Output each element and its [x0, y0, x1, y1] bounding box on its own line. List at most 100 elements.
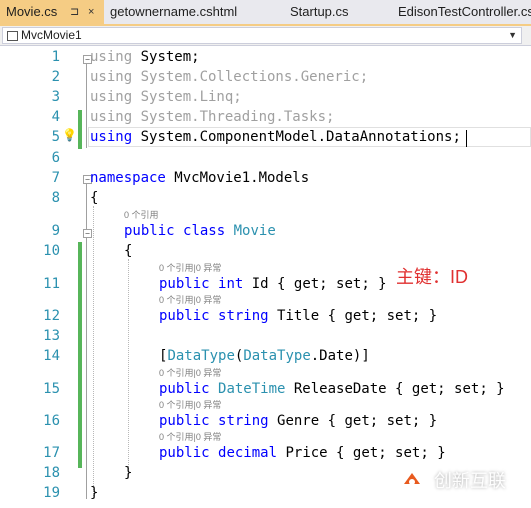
codelens-references[interactable]: 0 个引用|0 异常 [159, 430, 221, 443]
code-line-1: using System; [90, 49, 200, 65]
codelens-references[interactable]: 0 个引用|0 异常 [159, 261, 221, 274]
tab-edisontestcontroller-cs[interactable]: EdisonTestController.cs [398, 0, 531, 24]
keyword: public [159, 276, 210, 292]
keyword: class [183, 223, 226, 239]
tab-startup-cs[interactable]: Startup.cs [290, 0, 349, 24]
document-tab-strip: Movie.cs ⊐ × getownername.cshtml Startup… [0, 0, 531, 26]
accessor-body: { get; set; } [395, 381, 505, 397]
line-number: 14 [43, 348, 60, 364]
keyword: decimal [218, 445, 278, 461]
line-number: 17 [43, 445, 60, 461]
keyword: public [159, 445, 210, 461]
tab-label: Startup.cs [290, 4, 349, 19]
indent-guide [128, 259, 129, 469]
primary-key-annotation: 主键：ID [396, 267, 468, 287]
code-text: .Date)] [310, 348, 370, 364]
collapse-icon[interactable]: − [83, 229, 92, 238]
line-number: 8 [51, 190, 60, 206]
navigation-bar: MvcMovie1 ▼ [0, 26, 531, 46]
code-line-17: public decimal Price { get; set; } [159, 445, 446, 461]
codelens-references[interactable]: 0 个引用|0 异常 [159, 366, 221, 379]
code-line-4: using System.Threading.Tasks; [90, 109, 335, 125]
line-number: 11 [43, 276, 60, 292]
line-number: 7 [51, 170, 60, 186]
tab-label: EdisonTestController.cs [398, 4, 531, 19]
text-caret [466, 130, 467, 147]
property-name: ReleaseDate [285, 381, 396, 397]
project-dropdown[interactable]: MvcMovie1 ▼ [2, 27, 522, 44]
line-number: 3 [51, 89, 60, 105]
codelens-references[interactable]: 0 个引用 [124, 208, 159, 221]
code-text: MvcMovie1.Models [165, 170, 310, 186]
line-number: 9 [51, 223, 60, 239]
chevron-down-icon[interactable]: ▼ [508, 28, 517, 43]
keyword: public [124, 223, 175, 239]
line-number: 18 [43, 465, 60, 481]
change-indicator [78, 242, 82, 468]
pin-icon[interactable]: ⊐ [70, 0, 79, 24]
code-line-12: public string Title { get; set; } [159, 308, 437, 324]
code-line-15: public DateTime ReleaseDate { get; set; … [159, 381, 505, 397]
code-line-9: public class Movie [124, 223, 276, 239]
close-icon[interactable]: × [88, 0, 94, 24]
line-number: 19 [43, 485, 60, 501]
code-line-11: public int Id { get; set; } [159, 276, 387, 292]
indent-guide [93, 206, 94, 496]
code-line-19: } [90, 485, 99, 501]
change-indicator [78, 110, 82, 149]
line-number: 5 [51, 129, 60, 145]
project-name: MvcMovie1 [21, 28, 82, 42]
code-line-10: { [124, 243, 133, 259]
line-number: 10 [43, 243, 60, 259]
watermark-logo-icon [400, 468, 424, 492]
code-text: System; [132, 49, 200, 65]
keyword: int [218, 276, 244, 292]
line-number: 4 [51, 109, 60, 125]
keyword: using [90, 49, 133, 65]
property-name: Id [243, 276, 278, 292]
watermark-text: 创新互联 [434, 471, 506, 492]
accessor-body: { get; set; } [327, 308, 438, 324]
codelens-references[interactable]: 0 个引用|0 异常 [159, 398, 221, 411]
outline-bracket [86, 238, 87, 477]
keyword: public [159, 381, 210, 397]
line-number: 2 [51, 69, 60, 85]
tab-movie-cs[interactable]: Movie.cs ⊐ × [0, 0, 104, 24]
tab-label: Movie.cs [6, 4, 58, 19]
keyword: string [218, 308, 269, 324]
keyword: namespace [90, 170, 166, 186]
accessor-body: { get; set; } [277, 276, 387, 292]
keyword: public [159, 308, 210, 324]
tab-getownername-cshtml[interactable]: getownername.cshtml [110, 0, 237, 24]
code-line-7: namespace MvcMovie1.Models [90, 170, 309, 186]
type-name: DataType [243, 348, 311, 364]
line-number: 16 [43, 413, 60, 429]
line-number: 1 [51, 49, 60, 65]
type-name: DateTime [218, 381, 286, 397]
property-name: Price [277, 445, 337, 461]
type-name: Movie [233, 223, 276, 239]
code-line-2: using System.Collections.Generic; [90, 69, 369, 85]
code-line-16: public string Genre { get; set; } [159, 413, 437, 429]
type-name: DataType [167, 348, 235, 364]
codelens-references[interactable]: 0 个引用|0 异常 [159, 293, 221, 306]
keyword: public [159, 413, 210, 429]
tab-label: getownername.cshtml [110, 4, 238, 19]
code-line-8: { [90, 190, 99, 206]
keyword: using [90, 129, 133, 145]
property-name: Genre [268, 413, 328, 429]
outline-bracket [86, 64, 87, 148]
code-line-14: [DataType(DataType.Date)] [159, 348, 370, 364]
line-number: 15 [43, 381, 60, 397]
lightbulb-icon[interactable]: 💡 [62, 128, 77, 142]
line-number: 13 [43, 328, 60, 344]
code-line-3: using System.Linq; [90, 89, 242, 105]
csharp-project-icon [7, 31, 18, 41]
keyword: string [218, 413, 269, 429]
line-number: 6 [51, 150, 60, 166]
code-line-5: using System.ComponentModel.DataAnnotati… [90, 129, 461, 145]
accessor-body: { get; set; } [336, 445, 446, 461]
property-name: Title [268, 308, 328, 324]
code-line-18: } [124, 465, 133, 481]
watermark: 创新互联 [390, 463, 531, 497]
